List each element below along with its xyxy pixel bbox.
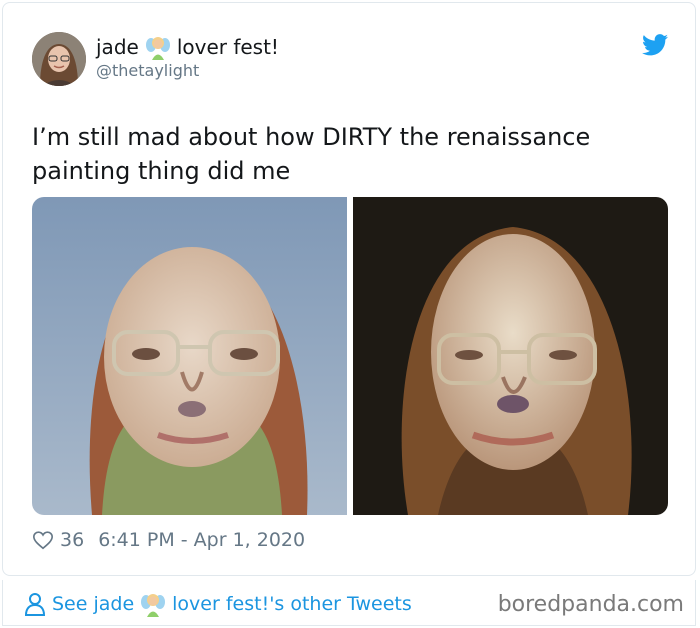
author-display-name[interactable]: jade lover fest! [96,34,279,60]
fairy-emoji [140,591,166,617]
tweet-photo-2[interactable] [353,197,668,515]
watermark: boredpanda.com [497,592,684,617]
avatar[interactable] [32,32,86,86]
author-name-part2: lover fest! [176,35,279,59]
author-name-part1: jade [96,35,139,59]
see-tweets-part2: lover fest!'s other Tweets [172,593,412,615]
heart-icon[interactable] [32,529,54,551]
person-icon [24,593,46,616]
twitter-bird-icon[interactable] [642,34,668,56]
tweet-timestamp[interactable]: 6:41 PM - Apr 1, 2020 [98,529,305,551]
tweet-photo-1[interactable] [32,197,347,515]
see-tweets-part1: See jade [52,593,135,615]
see-other-tweets-link[interactable]: See jade lover fest!'s other Tweets [24,591,412,617]
author-handle[interactable]: @thetaylight [96,61,199,80]
fairy-emoji [145,34,171,60]
tweet-meta: 36 6:41 PM - Apr 1, 2020 [32,527,305,553]
like-count: 36 [60,529,85,551]
tweet-text: I’m still mad about how DIRTY the renais… [32,123,591,185]
